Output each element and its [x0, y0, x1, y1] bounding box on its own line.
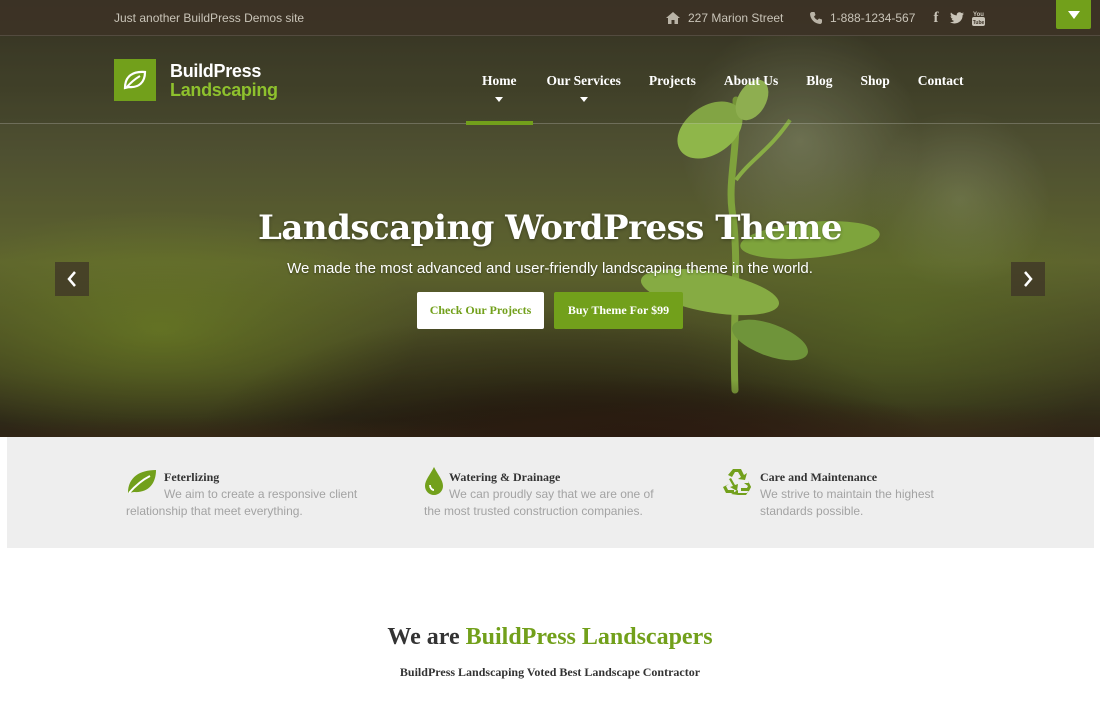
soil-strip [0, 367, 1100, 437]
site-tagline: Just another BuildPress Demos site [114, 11, 305, 25]
logo-text: BuildPress Landscaping [170, 62, 278, 99]
logo-line2: Landscaping [170, 79, 278, 100]
logo-mark [114, 59, 156, 101]
nav-label: Projects [648, 73, 696, 88]
nav-label: Contact [917, 73, 964, 88]
home-icon [666, 12, 680, 24]
intro-heading-part1: We are [387, 624, 460, 650]
intro-heading-accent: BuildPress Landscapers [465, 624, 713, 650]
slide-subtitle: We made the most advanced and user-frien… [287, 260, 813, 277]
chevron-right-icon [1024, 271, 1033, 287]
chevron-left-icon [67, 271, 76, 287]
slide-title: Landscaping WordPress Theme [257, 208, 843, 248]
buy-theme-button[interactable]: Buy Theme For $99 [554, 292, 683, 329]
site-header: BuildPress Landscaping Home Our Services… [0, 36, 1100, 125]
phone-icon [810, 12, 822, 24]
social-links: f You Tube [930, 10, 985, 26]
feature-text-line: the most trusted construction companies. [424, 504, 643, 518]
nav-item-projects[interactable]: Projects [635, 36, 710, 124]
intro-subheading: BuildPress Landscaping Voted Best Landsc… [399, 665, 701, 679]
feature-item: Feterlizing We aim to create a responsiv… [126, 467, 366, 520]
top-bar: Just another BuildPress Demos site 227 M… [0, 0, 1100, 36]
feature-text-line: We aim to create a responsive client [164, 487, 358, 501]
svg-text:Tube: Tube [973, 20, 985, 26]
feature-text-line: standards possible. [760, 504, 864, 518]
feature-text-line: We can proudly say that we are one of [449, 487, 654, 501]
youtube-icon[interactable]: You Tube [972, 10, 985, 26]
feature-item: Watering & Drainage We can proudly say t… [424, 467, 664, 520]
facebook-icon[interactable]: f [930, 10, 942, 26]
caret-down-icon [495, 97, 504, 102]
check-projects-button[interactable]: Check Our Projects [417, 292, 544, 329]
nav-item-blog[interactable]: Blog [792, 36, 846, 124]
address-text: 227 Marion Street [688, 11, 784, 25]
nav-item-about-us[interactable]: About Us [710, 36, 792, 124]
feature-title: Watering & Drainage [449, 470, 561, 484]
feature-title: Care and Maintenance [760, 470, 878, 484]
nav-label: Blog [806, 73, 833, 88]
logo-line1: BuildPress [170, 60, 262, 81]
address-info: 227 Marion Street [666, 11, 783, 25]
water-drop-icon [425, 467, 443, 495]
nav-label: Our Services [546, 73, 621, 88]
leaf-icon [128, 470, 156, 494]
slider-prev-button[interactable] [55, 262, 89, 296]
intro-heading: We are BuildPress Landscapers [0, 624, 1100, 651]
nav-item-shop[interactable]: Shop [847, 36, 904, 124]
nav-item-home[interactable]: Home [466, 36, 533, 125]
triangle-down-icon [1067, 10, 1080, 19]
leaf-icon [123, 70, 147, 90]
recycle-icon [723, 469, 751, 495]
feature-title: Feterlizing [164, 470, 220, 484]
feature-text-line: relationship that meet everything. [126, 504, 303, 518]
hero-section: Just another BuildPress Demos site 227 M… [0, 0, 1100, 437]
phone-text: 1-888-1234-567 [830, 11, 916, 25]
site-logo[interactable]: BuildPress Landscaping [114, 59, 278, 101]
nav-label: Shop [860, 73, 890, 88]
top-toggle-button[interactable] [1056, 0, 1091, 29]
main-nav: Home Our Services Projects About Us Blog… [466, 36, 978, 125]
svg-text:You: You [973, 12, 984, 18]
feature-text-line: We strive to maintain the highest [760, 487, 934, 501]
feature-text: We aim to create a responsive client rel… [126, 467, 366, 520]
slider-next-button[interactable] [1011, 262, 1045, 296]
nav-item-our-services[interactable]: Our Services [533, 36, 635, 124]
caret-down-icon [579, 97, 588, 102]
nav-label: Home [482, 73, 517, 88]
twitter-icon[interactable] [950, 12, 964, 24]
features-bar: Feterlizing We aim to create a responsiv… [7, 437, 1094, 548]
nav-item-contact[interactable]: Contact [904, 36, 978, 124]
phone-info: 1-888-1234-567 [810, 11, 915, 25]
feature-item: Care and Maintenance We strive to mainta… [722, 467, 962, 520]
nav-label: About Us [723, 73, 779, 88]
